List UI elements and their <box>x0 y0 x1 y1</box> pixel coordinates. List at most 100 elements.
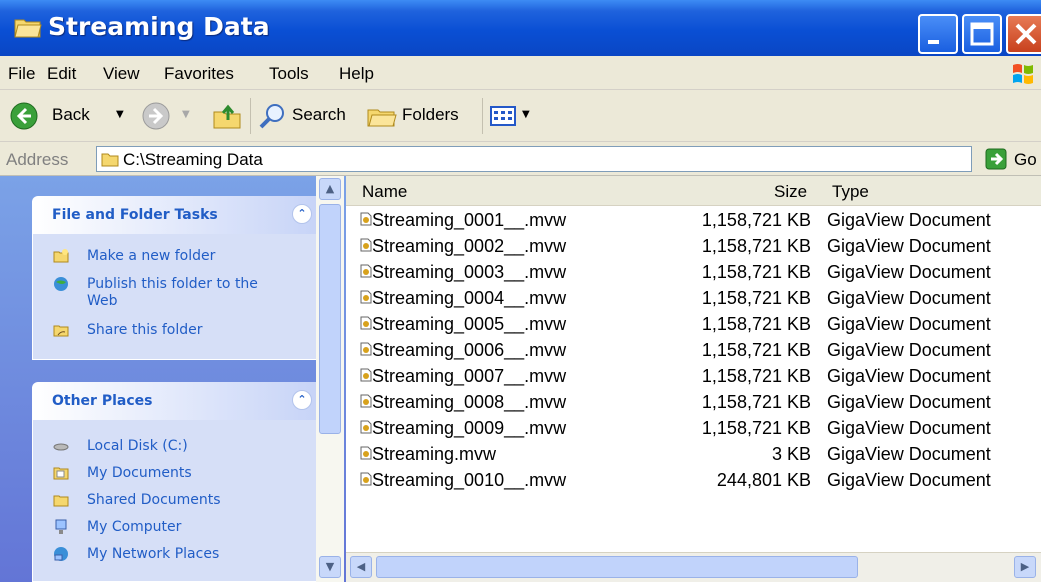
scroll-thumb[interactable] <box>319 204 341 434</box>
forward-button[interactable]: ▼ <box>138 98 198 134</box>
file-type: GigaView Document <box>827 366 991 386</box>
file-size: 1,158,721 KB <box>701 392 811 412</box>
file-row[interactable]: Streaming_0010__.mvw 244,801 KB GigaView D… <box>346 468 1041 494</box>
folder-icon <box>101 153 119 167</box>
horizontal-scrollbar[interactable]: ◀ ▶ <box>346 552 1041 582</box>
mvw-file-icon <box>360 420 372 434</box>
address-label: Address <box>6 150 69 169</box>
folders-button[interactable]: Folders <box>366 98 478 134</box>
forward-arrow-icon <box>142 102 170 130</box>
toolbar-separator-2 <box>482 98 483 134</box>
file-type: GigaView Document <box>827 418 991 438</box>
menu-help[interactable]: Help <box>339 64 374 84</box>
network-places-icon <box>54 547 68 561</box>
column-name[interactable]: Name <box>362 182 407 202</box>
column-type[interactable]: Type <box>832 182 869 202</box>
local-disk-icon <box>53 443 69 451</box>
my-documents-icon <box>53 467 69 480</box>
views-button[interactable]: ▼ <box>488 98 542 134</box>
file-type: GigaView Document <box>827 392 991 412</box>
file-name: Streaming_0002__.mvw <box>372 236 567 256</box>
collapse-chevron-icon[interactable]: ⌃ <box>292 390 312 410</box>
file-row[interactable]: Streaming_0003__.mvw 1,158,721 KB GigaView… <box>346 260 1041 286</box>
column-size[interactable]: Size <box>774 182 807 202</box>
column-header: Name Size Type <box>346 176 1041 206</box>
task-pane-scrollbar[interactable]: ▲ ▼ <box>316 176 344 582</box>
panel-header[interactable]: Other Places ⌃ <box>32 382 322 420</box>
back-dropdown-icon[interactable]: ▼ <box>116 109 124 120</box>
file-size: 1,158,721 KB <box>701 288 811 308</box>
task-label: Share this folder <box>87 322 203 338</box>
file-name: Streaming_0007__.mvw <box>372 366 567 386</box>
menu-tools[interactable]: Tools <box>269 64 309 84</box>
my-computer-icon <box>55 519 67 534</box>
menu-favorites[interactable]: Favorites <box>164 64 234 84</box>
share-folder-icon <box>53 325 69 337</box>
file-size: 3 KB <box>771 444 811 464</box>
search-button[interactable]: Search <box>256 98 362 134</box>
collapse-chevron-icon[interactable]: ⌃ <box>292 204 312 224</box>
toolbar-separator <box>250 98 251 134</box>
file-name: Streaming_0006__.mvw <box>372 340 567 360</box>
menu-view[interactable]: View <box>103 64 140 84</box>
back-arrow-icon <box>10 102 38 130</box>
new-folder-icon <box>53 249 69 263</box>
file-name: Streaming_0008__.mvw <box>372 392 567 412</box>
file-row[interactable]: Streaming.mvw 3 KB GigaView Document <box>346 442 1041 468</box>
file-size: 244,801 KB <box>716 470 811 490</box>
address-input[interactable]: C:\Streaming Data ▼ <box>96 146 972 172</box>
windows-logo-icon <box>1013 64 1033 84</box>
menu-edit[interactable]: Edit <box>47 64 76 84</box>
file-row[interactable]: Streaming_0009__.mvw 1,158,721 KB GigaView… <box>346 416 1041 442</box>
file-type: GigaView Document <box>827 340 991 360</box>
file-name: Streaming_0005__.mvw <box>372 314 567 334</box>
panel-header[interactable]: File and Folder Tasks ⌃ <box>32 196 322 234</box>
maximize-icon <box>970 22 994 46</box>
window-title: Streaming Data <box>48 12 270 41</box>
scroll-right-icon[interactable]: ▶ <box>1014 556 1036 578</box>
mvw-file-icon <box>360 394 372 408</box>
file-row[interactable]: Streaming_0008__.mvw 1,158,721 KB GigaView… <box>346 390 1041 416</box>
up-folder-icon[interactable] <box>212 102 242 130</box>
search-icon <box>259 104 284 129</box>
file-size: 1,158,721 KB <box>701 314 811 334</box>
file-row[interactable]: Streaming_0006__.mvw 1,158,721 KB GigaView… <box>346 338 1041 364</box>
mvw-file-icon <box>360 238 372 252</box>
file-row[interactable]: Streaming_0007__.mvw 1,158,721 KB GigaView… <box>346 364 1041 390</box>
file-row[interactable]: Streaming_0004__.mvw 1,158,721 KB GigaView… <box>346 286 1041 312</box>
file-size: 1,158,721 KB <box>701 210 811 230</box>
file-name: Streaming_0010__.mvw <box>372 470 567 490</box>
file-row[interactable]: Streaming_0002__.mvw 1,158,721 KB GigaView… <box>346 234 1041 260</box>
forward-dropdown-icon[interactable]: ▼ <box>182 109 190 120</box>
minimize-button[interactable] <box>918 14 958 54</box>
scroll-up-icon[interactable]: ▲ <box>319 178 341 200</box>
scroll-left-icon[interactable]: ◀ <box>350 556 372 578</box>
go-arrow-icon[interactable] <box>985 148 1007 170</box>
panel-title: Other Places <box>52 393 153 409</box>
close-button[interactable] <box>1006 14 1041 54</box>
place-label: My Documents <box>87 465 192 481</box>
mvw-file-icon <box>360 264 372 278</box>
go-button[interactable]: Go <box>1014 150 1037 170</box>
menu-file[interactable]: File <box>8 64 35 84</box>
mvw-file-icon <box>360 368 372 382</box>
back-button[interactable]: Back ▼ <box>6 98 134 134</box>
file-list: Name Size Type Streaming_0001__.mvw 1,158… <box>346 176 1041 582</box>
file-type: GigaView Document <box>827 262 991 282</box>
panel-body: Local Disk (C:) My Documents Shared Docu… <box>32 420 322 582</box>
file-size: 1,158,721 KB <box>701 340 811 360</box>
address-value: C:\Streaming Data <box>123 150 263 169</box>
maximize-button[interactable] <box>962 14 1002 54</box>
file-name: Streaming_0001__.mvw <box>372 210 567 230</box>
scroll-down-icon[interactable]: ▼ <box>319 556 341 578</box>
file-row[interactable]: Streaming_0001__.mvw 1,158,721 KB GigaView… <box>346 208 1041 234</box>
scroll-thumb[interactable] <box>376 556 858 578</box>
title-bar[interactable]: Streaming Data <box>0 0 1041 56</box>
folders-icon <box>367 109 397 127</box>
file-name: Streaming_0003__.mvw <box>372 262 567 282</box>
folders-label: Folders <box>402 105 459 124</box>
file-row[interactable]: Streaming_0005__.mvw 1,158,721 KB GigaView… <box>346 312 1041 338</box>
task-pane: File and Folder Tasks ⌃ Make a new folde… <box>0 176 346 582</box>
search-label: Search <box>292 105 346 124</box>
views-dropdown-icon[interactable]: ▼ <box>522 109 530 120</box>
